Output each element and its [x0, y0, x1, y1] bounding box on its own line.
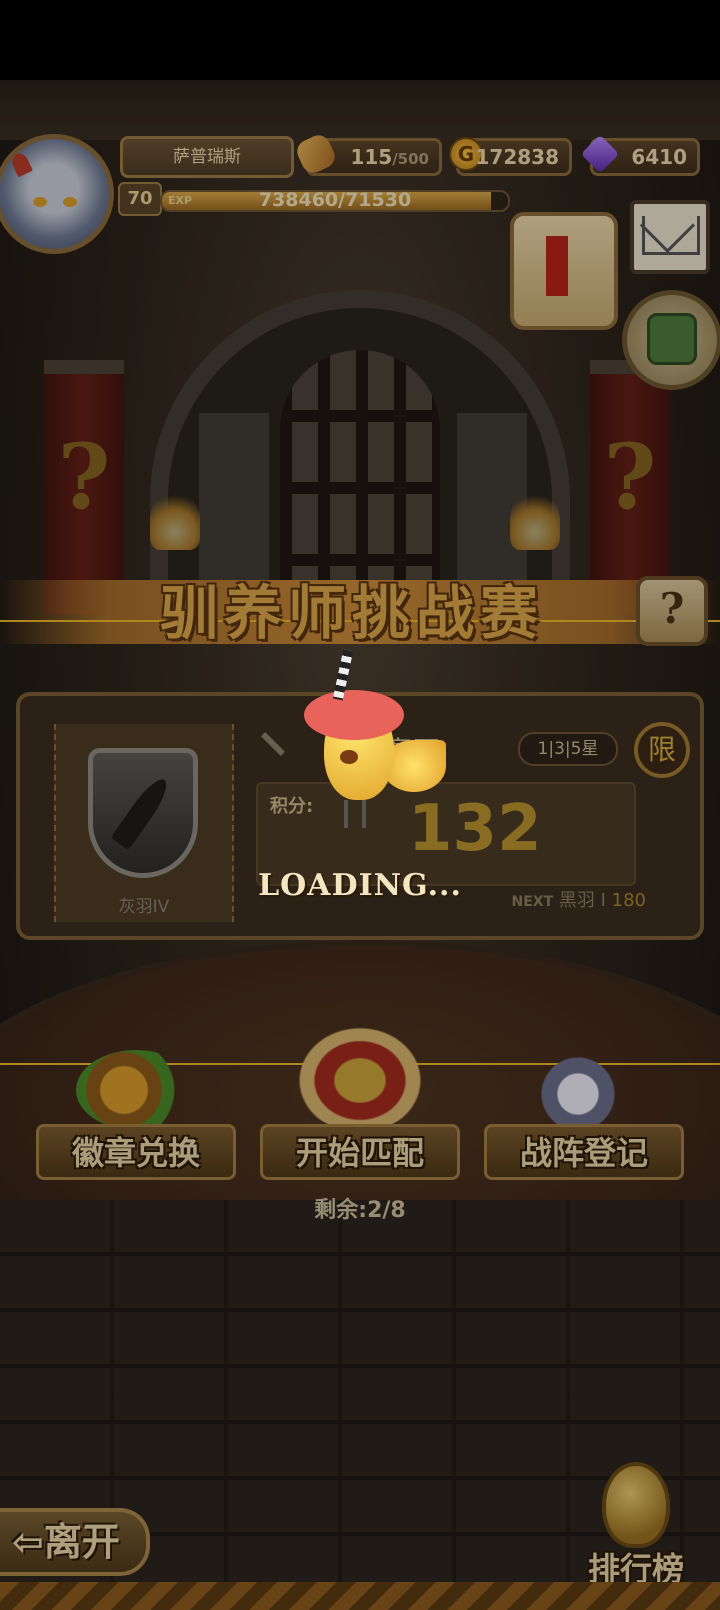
chick-hair: [304, 690, 404, 740]
chick-leg: [362, 800, 366, 828]
loading-text: LOADING...: [258, 868, 462, 903]
chick-beak: [340, 750, 358, 764]
loading-chick-mascot-icon: [296, 649, 446, 850]
chick-leg: [344, 800, 348, 828]
